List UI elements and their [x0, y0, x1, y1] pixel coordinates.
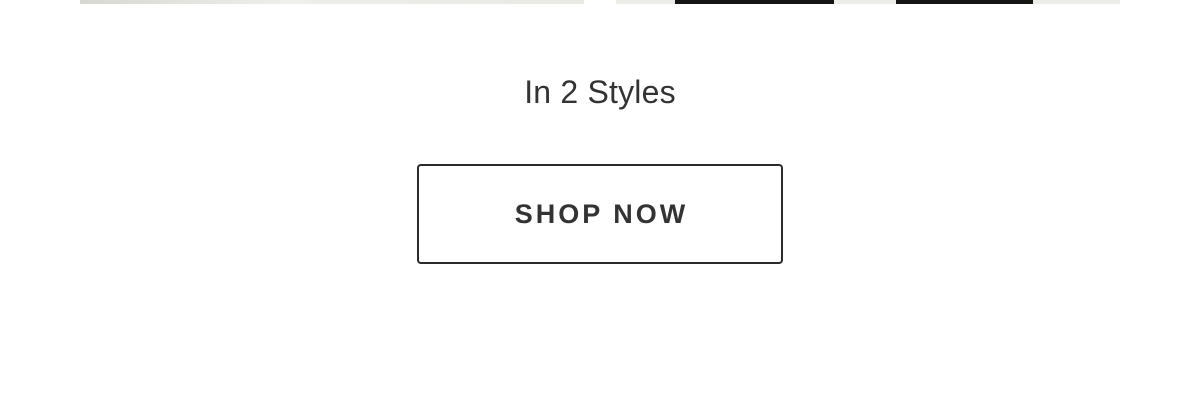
shop-now-button[interactable]: SHOP NOW	[417, 164, 783, 264]
product-image-detail	[896, 0, 1033, 4]
shop-now-label: SHOP NOW	[514, 198, 689, 229]
product-image-right[interactable]	[616, 0, 1120, 4]
styles-subtitle: In 2 Styles	[524, 74, 676, 110]
product-image-left[interactable]	[80, 0, 584, 4]
product-image-detail	[675, 0, 834, 4]
